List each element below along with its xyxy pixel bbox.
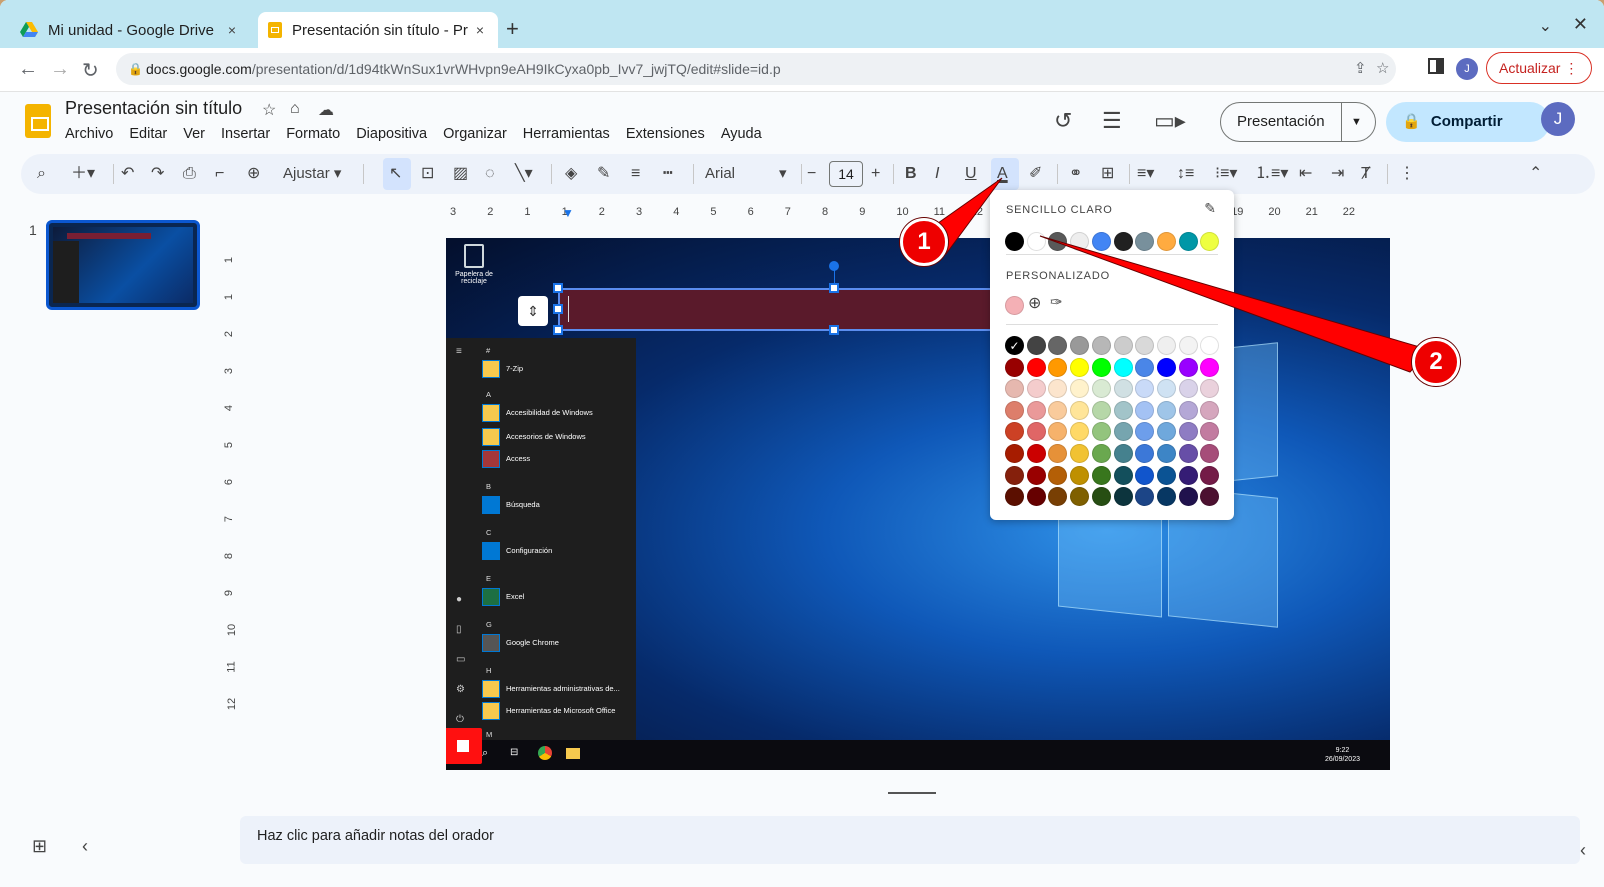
callout-step-1: 1 bbox=[900, 218, 948, 266]
arrow-2 bbox=[1039, 235, 1431, 373]
browser-window: Mi unidad - Google Drive × Presentación … bbox=[0, 0, 1604, 887]
annotation-arrows bbox=[912, 177, 1431, 373]
callout-step-2: 2 bbox=[1412, 338, 1460, 386]
